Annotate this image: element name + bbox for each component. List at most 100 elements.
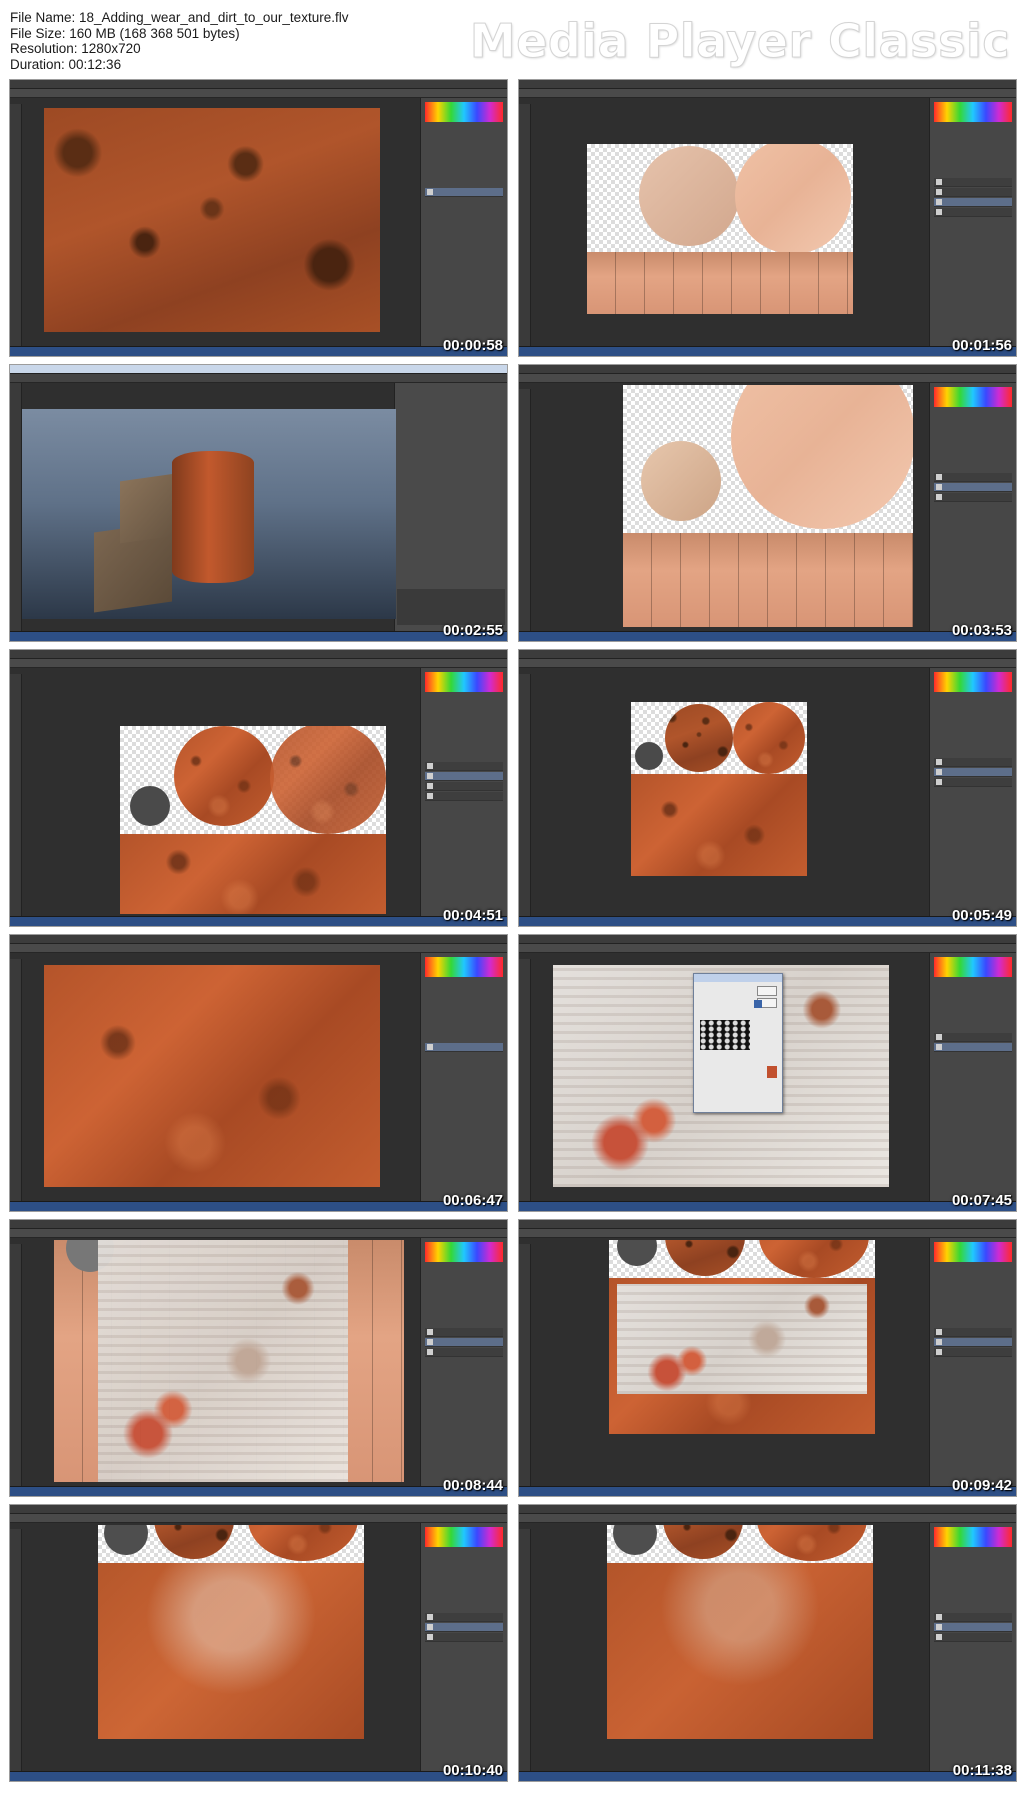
layer-row [934, 1338, 1012, 1347]
layer-row [934, 1633, 1012, 1642]
menu-bar [10, 650, 507, 659]
layer-row [425, 1328, 503, 1337]
gray-disc-uv [613, 1525, 657, 1555]
ok-button[interactable] [757, 986, 777, 996]
layer-row [934, 473, 1012, 482]
color-chip[interactable] [767, 1066, 777, 1078]
thumbnail-frame[interactable]: 00:06:47 [9, 934, 508, 1212]
layer-row [934, 1623, 1012, 1632]
gray-disc-uv [104, 1525, 148, 1555]
status-bar [519, 916, 1016, 926]
tool-palette [519, 959, 531, 1201]
color-swatch [425, 1242, 503, 1262]
status-bar [10, 1771, 507, 1781]
layer-style-dialog[interactable] [693, 973, 783, 1113]
menu-bar [519, 1220, 1016, 1229]
barrel-lid-uv [663, 1525, 743, 1559]
color-swatch [934, 1527, 1012, 1547]
photoshop-window [10, 1220, 507, 1496]
preview-thumbnail [700, 1020, 750, 1050]
options-bar [10, 89, 507, 98]
brand-logo-text: Media Player Classic [469, 14, 1010, 69]
file-info: File Name: 18_Adding_wear_and_dirt_to_ou… [10, 10, 348, 72]
options-bar [519, 659, 1016, 668]
barrel-lid-uv [641, 441, 721, 521]
barrel-side-uv [587, 252, 853, 314]
photoshop-window [10, 650, 507, 926]
tool-palette [10, 674, 22, 916]
thumbnail-frame[interactable]: 00:03:53 [518, 364, 1017, 642]
timestamp: 00:00:58 [442, 337, 503, 354]
texture-canvas [553, 965, 889, 1187]
layers-panel [420, 953, 507, 1201]
timestamp: 00:04:51 [442, 907, 503, 924]
color-chip[interactable] [754, 1000, 762, 1008]
timestamp: 00:06:47 [442, 1192, 503, 1209]
layer-row [425, 772, 503, 781]
options-bar [10, 1229, 507, 1238]
menu-bar [519, 1505, 1016, 1514]
barrel-bottom-uv [759, 1240, 869, 1278]
thumbnail-frame[interactable]: 00:00:58 [9, 79, 508, 357]
layer-row [425, 1633, 503, 1642]
tool-palette [519, 674, 531, 916]
thumbnail-frame[interactable]: 00:09:42 [518, 1219, 1017, 1497]
layer-row [934, 1613, 1012, 1622]
thumbnail-frame[interactable]: 00:01:56 [518, 79, 1017, 357]
tool-palette [519, 104, 531, 346]
thumbnail-frame[interactable]: 00:07:45 [518, 934, 1017, 1212]
status-bar [519, 1771, 1016, 1781]
layer-row [934, 1043, 1012, 1052]
color-swatch [425, 957, 503, 977]
status-bar [519, 346, 1016, 356]
menu-bar [10, 1220, 507, 1229]
photoshop-window [10, 1505, 507, 1781]
tool-palette [10, 104, 22, 346]
texture-canvas [631, 702, 807, 876]
gray-disc-uv [130, 786, 170, 826]
menu-bar [519, 365, 1016, 374]
barrel-lid-uv [665, 1240, 745, 1276]
barrel-bottom-uv [733, 702, 805, 774]
timestamp: 00:01:56 [951, 337, 1012, 354]
menu-bar [519, 80, 1016, 89]
layers-panel [929, 668, 1016, 916]
texture-canvas [44, 108, 380, 332]
thumbnail-frame[interactable]: 00:05:49 [518, 649, 1017, 927]
thumbnail-frame[interactable]: 00:10:40 [9, 1504, 508, 1782]
barrel-bottom-uv [248, 1525, 358, 1561]
status-bar [10, 631, 507, 641]
file-size-text: File Size: 160 MB (168 368 501 bytes) [10, 25, 240, 41]
thumbnail-frame[interactable]: 00:08:44 [9, 1219, 508, 1497]
status-bar [10, 346, 507, 356]
options-bar [519, 1514, 1016, 1523]
thumbnail-frame[interactable]: 00:04:51 [9, 649, 508, 927]
menu-bar [10, 80, 507, 89]
photoshop-window [519, 1505, 1016, 1781]
timestamp: 00:09:42 [951, 1477, 1012, 1494]
maya-window [10, 365, 507, 641]
photoshop-window [519, 80, 1016, 356]
layer-row [425, 188, 503, 197]
texture-canvas [120, 726, 386, 914]
barrel-bottom-uv [757, 1525, 867, 1561]
layers-panel [929, 383, 1016, 631]
thumbnail-frame[interactable]: 00:11:38 [518, 1504, 1017, 1782]
status-bar [10, 1486, 507, 1496]
options-bar [519, 944, 1016, 953]
color-swatch [934, 957, 1012, 977]
layer-row [934, 188, 1012, 197]
thumbnail-frame[interactable]: 00:02:55 [9, 364, 508, 642]
layer-row [934, 483, 1012, 492]
tool-palette [519, 1529, 531, 1771]
tool-palette [10, 1529, 22, 1771]
options-bar [519, 374, 1016, 383]
barrel-side-uv [623, 533, 913, 627]
barrel-bottom-uv [735, 144, 851, 254]
barrel-lid-uv [154, 1525, 234, 1559]
timestamp: 00:03:53 [951, 622, 1012, 639]
timestamp: 00:05:49 [951, 907, 1012, 924]
layer-row [934, 768, 1012, 777]
peeling-layer [98, 1240, 348, 1482]
layers-panel [929, 98, 1016, 346]
